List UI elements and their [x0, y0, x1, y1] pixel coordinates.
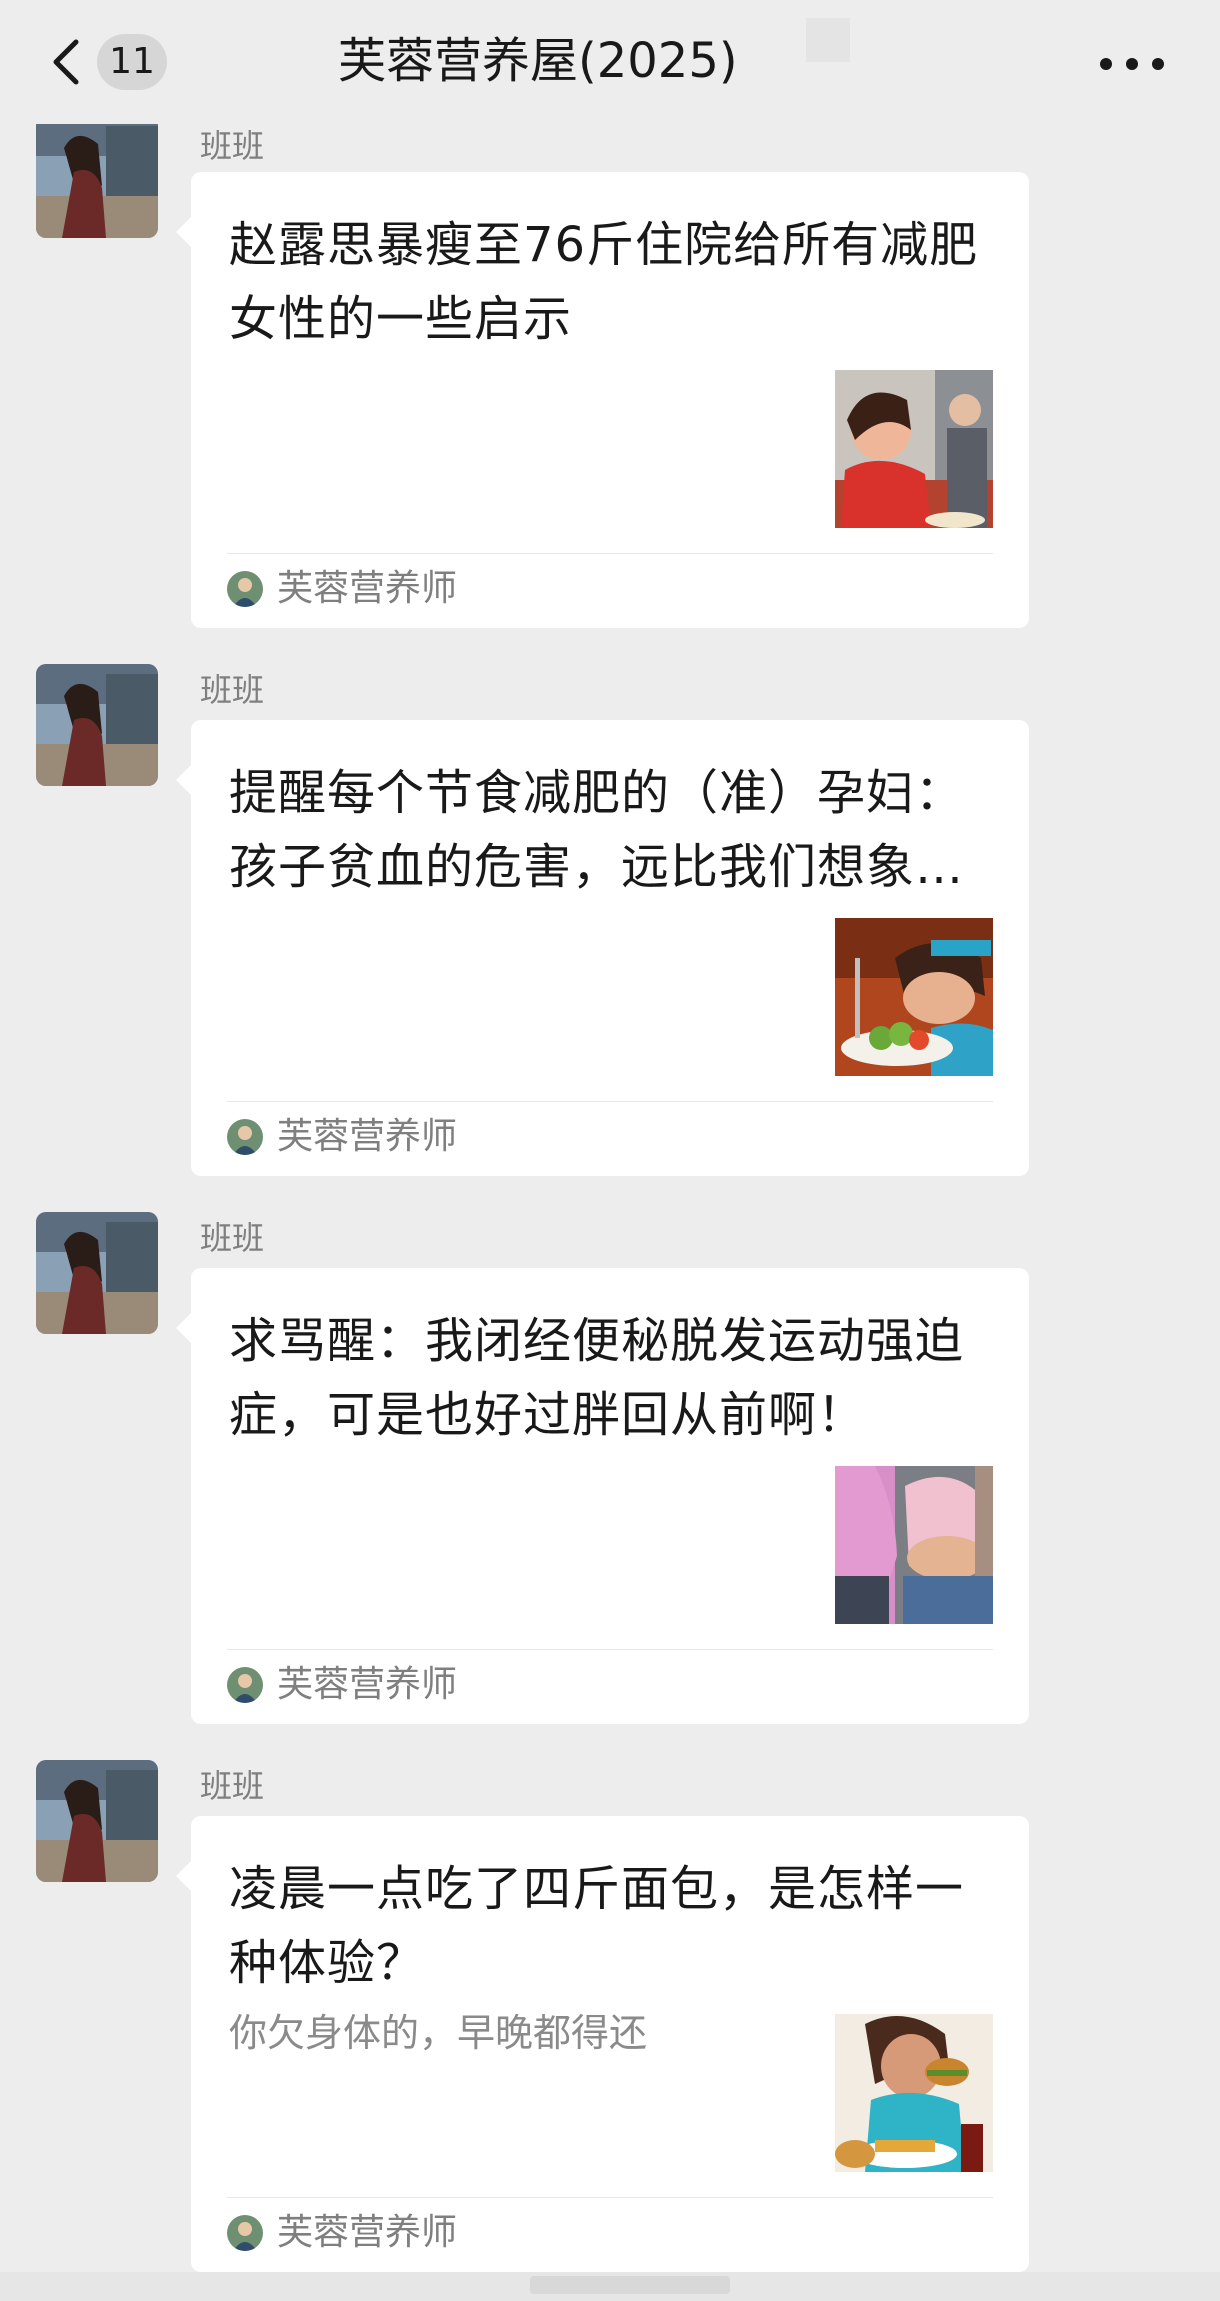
more-options-icon[interactable]	[1100, 44, 1164, 84]
sender-name: 班班	[200, 671, 265, 709]
card-divider	[227, 1101, 993, 1102]
article-card[interactable]: 提醒每个节食减肥的（准）孕妇：孩子贫血的危害，远比我们想象… 芙蓉营养师	[191, 720, 1029, 1176]
article-description: 你欠身体的，早晚都得还	[229, 2011, 648, 2055]
bottom-bar	[0, 2272, 1220, 2301]
sender-name: 班班	[200, 1767, 265, 1805]
bubble-tail	[176, 216, 192, 248]
article-card[interactable]: 凌晨一点吃了四斤面包，是怎样一种体验？ 你欠身体的，早晚都得还 芙蓉营养师	[191, 1816, 1029, 2272]
avatar[interactable]	[36, 116, 158, 238]
source-avatar-icon	[227, 2215, 263, 2251]
back-icon[interactable]	[46, 38, 86, 86]
card-divider	[227, 2197, 993, 2198]
bubble-tail	[176, 1860, 192, 1892]
card-divider	[227, 553, 993, 554]
unread-count-badge[interactable]: 11	[97, 34, 167, 90]
article-title: 凌晨一点吃了四斤面包，是怎样一种体验？	[229, 1861, 965, 1991]
source-name: 芙蓉营养师	[277, 1116, 458, 1157]
source-name: 芙蓉营养师	[277, 1664, 458, 1705]
source-avatar-icon	[227, 1119, 263, 1155]
bellies-photo-icon	[835, 1466, 993, 1624]
tired-girl-salad-photo-icon	[835, 918, 993, 1076]
source-avatar-icon	[227, 571, 263, 607]
bubble-tail	[176, 1312, 192, 1344]
title-ghost-mark	[806, 18, 850, 62]
girl-eating-photo-icon	[835, 370, 993, 528]
source-name: 芙蓉营养师	[277, 2212, 458, 2253]
avatar[interactable]	[36, 1212, 158, 1334]
bubble-tail	[176, 764, 192, 796]
card-divider	[227, 1649, 993, 1650]
article-card[interactable]: 赵露思暴瘦至76斤住院给所有减肥女性的一些启示 芙蓉营养师	[191, 172, 1029, 628]
article-card[interactable]: 求骂醒：我闭经便秘脱发运动强迫症，可是也好过胖回从前啊！ 芙蓉营养师	[191, 1268, 1029, 1724]
source-name: 芙蓉营养师	[277, 568, 458, 609]
avatar[interactable]	[36, 1760, 158, 1882]
sender-name: 班班	[200, 1219, 265, 1257]
chat-title: 芙蓉营养屋(2025)	[338, 33, 738, 89]
home-indicator	[530, 2276, 730, 2294]
article-title: 赵露思暴瘦至76斤住院给所有减肥女性的一些启示	[229, 217, 979, 347]
avatar[interactable]	[36, 664, 158, 786]
article-title: 提醒每个节食减肥的（准）孕妇：孩子贫血的危害，远比我们想象…	[229, 765, 965, 895]
girl-eating-burger-photo-icon	[835, 2014, 993, 2172]
source-avatar-icon	[227, 1667, 263, 1703]
article-title: 求骂醒：我闭经便秘脱发运动强迫症，可是也好过胖回从前啊！	[229, 1313, 965, 1443]
top-bar: 11 芙蓉营养屋(2025)	[0, 0, 1220, 124]
sender-name: 班班	[200, 127, 265, 165]
